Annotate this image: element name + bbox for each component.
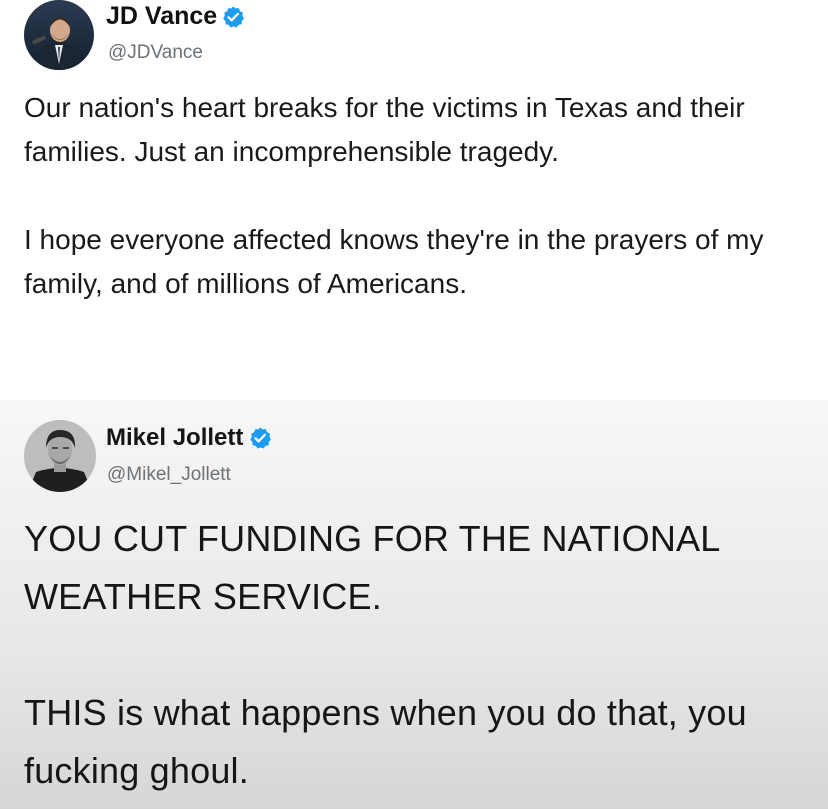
tweet-paragraph: THIS is what happens when you do that, y… xyxy=(24,692,747,791)
avatar[interactable] xyxy=(24,0,94,70)
tweet-card-jdvance[interactable]: JD Vance @JDVance Our nation's heart bre… xyxy=(0,0,828,400)
verified-badge-icon xyxy=(248,426,272,450)
tweet-body: Our nation's heart breaks for the victim… xyxy=(24,86,814,306)
tweet-paragraph: I hope everyone affected knows they're i… xyxy=(24,224,764,299)
avatar-photo-icon xyxy=(24,0,94,70)
author-handle[interactable]: @JDVance xyxy=(108,42,203,64)
author-handle[interactable]: @Mikel_Jollett xyxy=(107,464,231,486)
avatar-photo-icon xyxy=(24,420,96,492)
screenshot-canvas: JD Vance @JDVance Our nation's heart bre… xyxy=(0,0,828,809)
author-name-row[interactable]: JD Vance xyxy=(106,2,245,31)
tweet-paragraph: YOU CUT FUNDING FOR THE NATIONAL WEATHER… xyxy=(24,518,720,617)
tweet-body: YOU CUT FUNDING FOR THE NATIONAL WEATHER… xyxy=(24,510,814,800)
tweet-paragraph: Our nation's heart breaks for the victim… xyxy=(24,92,745,167)
author-name-row[interactable]: Mikel Jollett xyxy=(106,424,272,452)
author-name[interactable]: Mikel Jollett xyxy=(106,424,243,452)
tweet-card-mikeljollett[interactable]: Mikel Jollett @Mikel_Jollett YOU CUT FUN… xyxy=(0,400,828,809)
avatar[interactable] xyxy=(24,420,96,492)
verified-badge-icon xyxy=(221,5,245,29)
author-name[interactable]: JD Vance xyxy=(106,2,217,31)
